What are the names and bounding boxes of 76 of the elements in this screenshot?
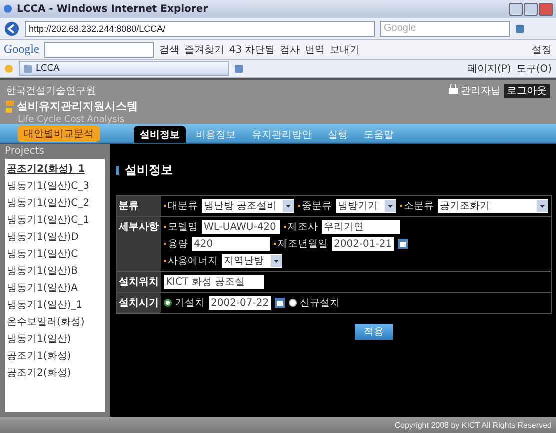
command-button[interactable]: 페이지(P) bbox=[467, 62, 512, 76]
input-field[interactable]: 우리기연 bbox=[322, 220, 400, 234]
lock-icon bbox=[449, 84, 458, 94]
field-label: 사용에너지 bbox=[164, 254, 218, 268]
command-button[interactable]: 도구(O) bbox=[516, 62, 552, 76]
toolbar-button[interactable]: 검색 bbox=[159, 42, 180, 56]
sidebar-title: Projects bbox=[5, 145, 46, 159]
browser-logo-icon bbox=[3, 4, 13, 14]
project-item[interactable]: 냉동기1(일산)C_3 bbox=[7, 179, 103, 193]
logo-icon bbox=[6, 100, 14, 112]
field-label: 용량 bbox=[164, 237, 188, 251]
select-field[interactable]: 냉방기기 bbox=[336, 199, 396, 213]
field-label: 대분류 bbox=[164, 199, 198, 213]
field-label: 모델명 bbox=[164, 220, 198, 234]
toolbar-button[interactable]: 번역 bbox=[305, 42, 326, 56]
select-field[interactable]: 공기조화기 bbox=[438, 199, 548, 213]
row-label: 분류 bbox=[117, 196, 161, 216]
maximize-button[interactable] bbox=[524, 2, 538, 16]
calendar-icon[interactable] bbox=[398, 239, 408, 249]
toolbar-button[interactable]: 보내기 bbox=[330, 42, 360, 56]
caret-icon[interactable] bbox=[271, 255, 282, 267]
project-item[interactable]: 냉동기1(일산)A bbox=[7, 281, 103, 295]
date-field[interactable]: 2002-07-22 bbox=[209, 296, 271, 310]
calendar-icon[interactable] bbox=[275, 298, 285, 308]
nav-tab[interactable]: 설비정보 bbox=[134, 126, 186, 143]
window-title: LCCA - Windows Internet Explorer bbox=[17, 4, 208, 14]
field-label: 소분류 bbox=[400, 199, 434, 213]
input-field[interactable]: KICT 화성 공조실 bbox=[164, 275, 264, 289]
project-item[interactable]: 공조기2(화성) bbox=[7, 366, 103, 380]
project-item[interactable]: 온수보일러(화성) bbox=[7, 315, 103, 329]
radio-button[interactable]: 기설치 bbox=[164, 296, 205, 310]
input-field[interactable]: 420 bbox=[192, 237, 270, 251]
toolbar-search-field[interactable] bbox=[44, 42, 154, 58]
user-name: 관리자님 bbox=[461, 85, 501, 98]
select-field[interactable]: 지역난방 bbox=[222, 254, 282, 268]
close-button[interactable] bbox=[539, 2, 553, 16]
row-label: 세부사항 bbox=[117, 217, 161, 271]
date-field[interactable]: 2002-01-21 bbox=[332, 237, 394, 251]
system-subtitle: Life Cycle Cost Analysis bbox=[18, 115, 126, 125]
radio-button[interactable]: 신규설치 bbox=[289, 296, 340, 310]
back-icon[interactable] bbox=[4, 20, 20, 36]
project-item[interactable]: 냉동기1(일산)B bbox=[7, 264, 103, 278]
toolbar-button[interactable]: 43 차단됨 bbox=[229, 42, 276, 56]
logout-button[interactable]: 로그아웃 bbox=[504, 84, 550, 98]
project-item[interactable]: 냉동기1(일산)_1 bbox=[7, 298, 103, 312]
field-label: 중분류 bbox=[298, 199, 332, 213]
page-icon[interactable] bbox=[23, 64, 33, 74]
minimize-button[interactable] bbox=[509, 2, 523, 16]
toolbar-logo: Google bbox=[4, 42, 40, 57]
toolbar-button[interactable]: 즐겨찾기 bbox=[184, 42, 224, 56]
project-item[interactable]: 냉동기1(일산) bbox=[7, 332, 103, 346]
toolbar-button[interactable]: 검사 bbox=[280, 42, 300, 56]
project-item[interactable]: 냉동기1(일산)D bbox=[7, 230, 103, 244]
copyright-text: Copyright 2008 by KICT All Rights Reserved bbox=[394, 420, 552, 430]
address-field[interactable]: http://202.68.232.244:8080/LCCA/ bbox=[25, 20, 375, 36]
row-label: 설치위치 bbox=[117, 272, 161, 292]
heading-marker bbox=[116, 166, 119, 175]
input-field[interactable]: WL-UAWU-420 bbox=[202, 220, 280, 234]
section-heading: 설비정보 bbox=[125, 162, 173, 179]
caret-icon[interactable] bbox=[283, 200, 294, 212]
row-label: 설치시기 bbox=[117, 293, 161, 313]
project-item[interactable]: 냉동기1(일산)C bbox=[7, 247, 103, 261]
project-item[interactable]: 공조기2(화성)_1 bbox=[7, 162, 103, 176]
caret-icon[interactable] bbox=[385, 200, 396, 212]
settings-button[interactable]: 설정 bbox=[532, 42, 552, 56]
project-item[interactable]: 냉동기1(일산)C_2 bbox=[7, 196, 103, 210]
system-title: 설비유지관리지원시스템 bbox=[17, 99, 138, 114]
browser-tab[interactable]: LCCA bbox=[19, 61, 229, 76]
compare-button[interactable]: 대안별비교분석 bbox=[18, 126, 100, 142]
field-label: 제조사 bbox=[284, 220, 318, 234]
caret-icon[interactable] bbox=[537, 200, 548, 212]
project-item[interactable]: 공조기1(화성) bbox=[7, 349, 103, 363]
select-field[interactable]: 냉난방 공조설비 bbox=[202, 199, 294, 213]
field-label: 제조년월일 bbox=[274, 237, 328, 251]
organization-name: 한국건설기술연구원 bbox=[6, 85, 97, 98]
project-item[interactable]: 냉동기1(일산)C_1 bbox=[7, 213, 103, 227]
